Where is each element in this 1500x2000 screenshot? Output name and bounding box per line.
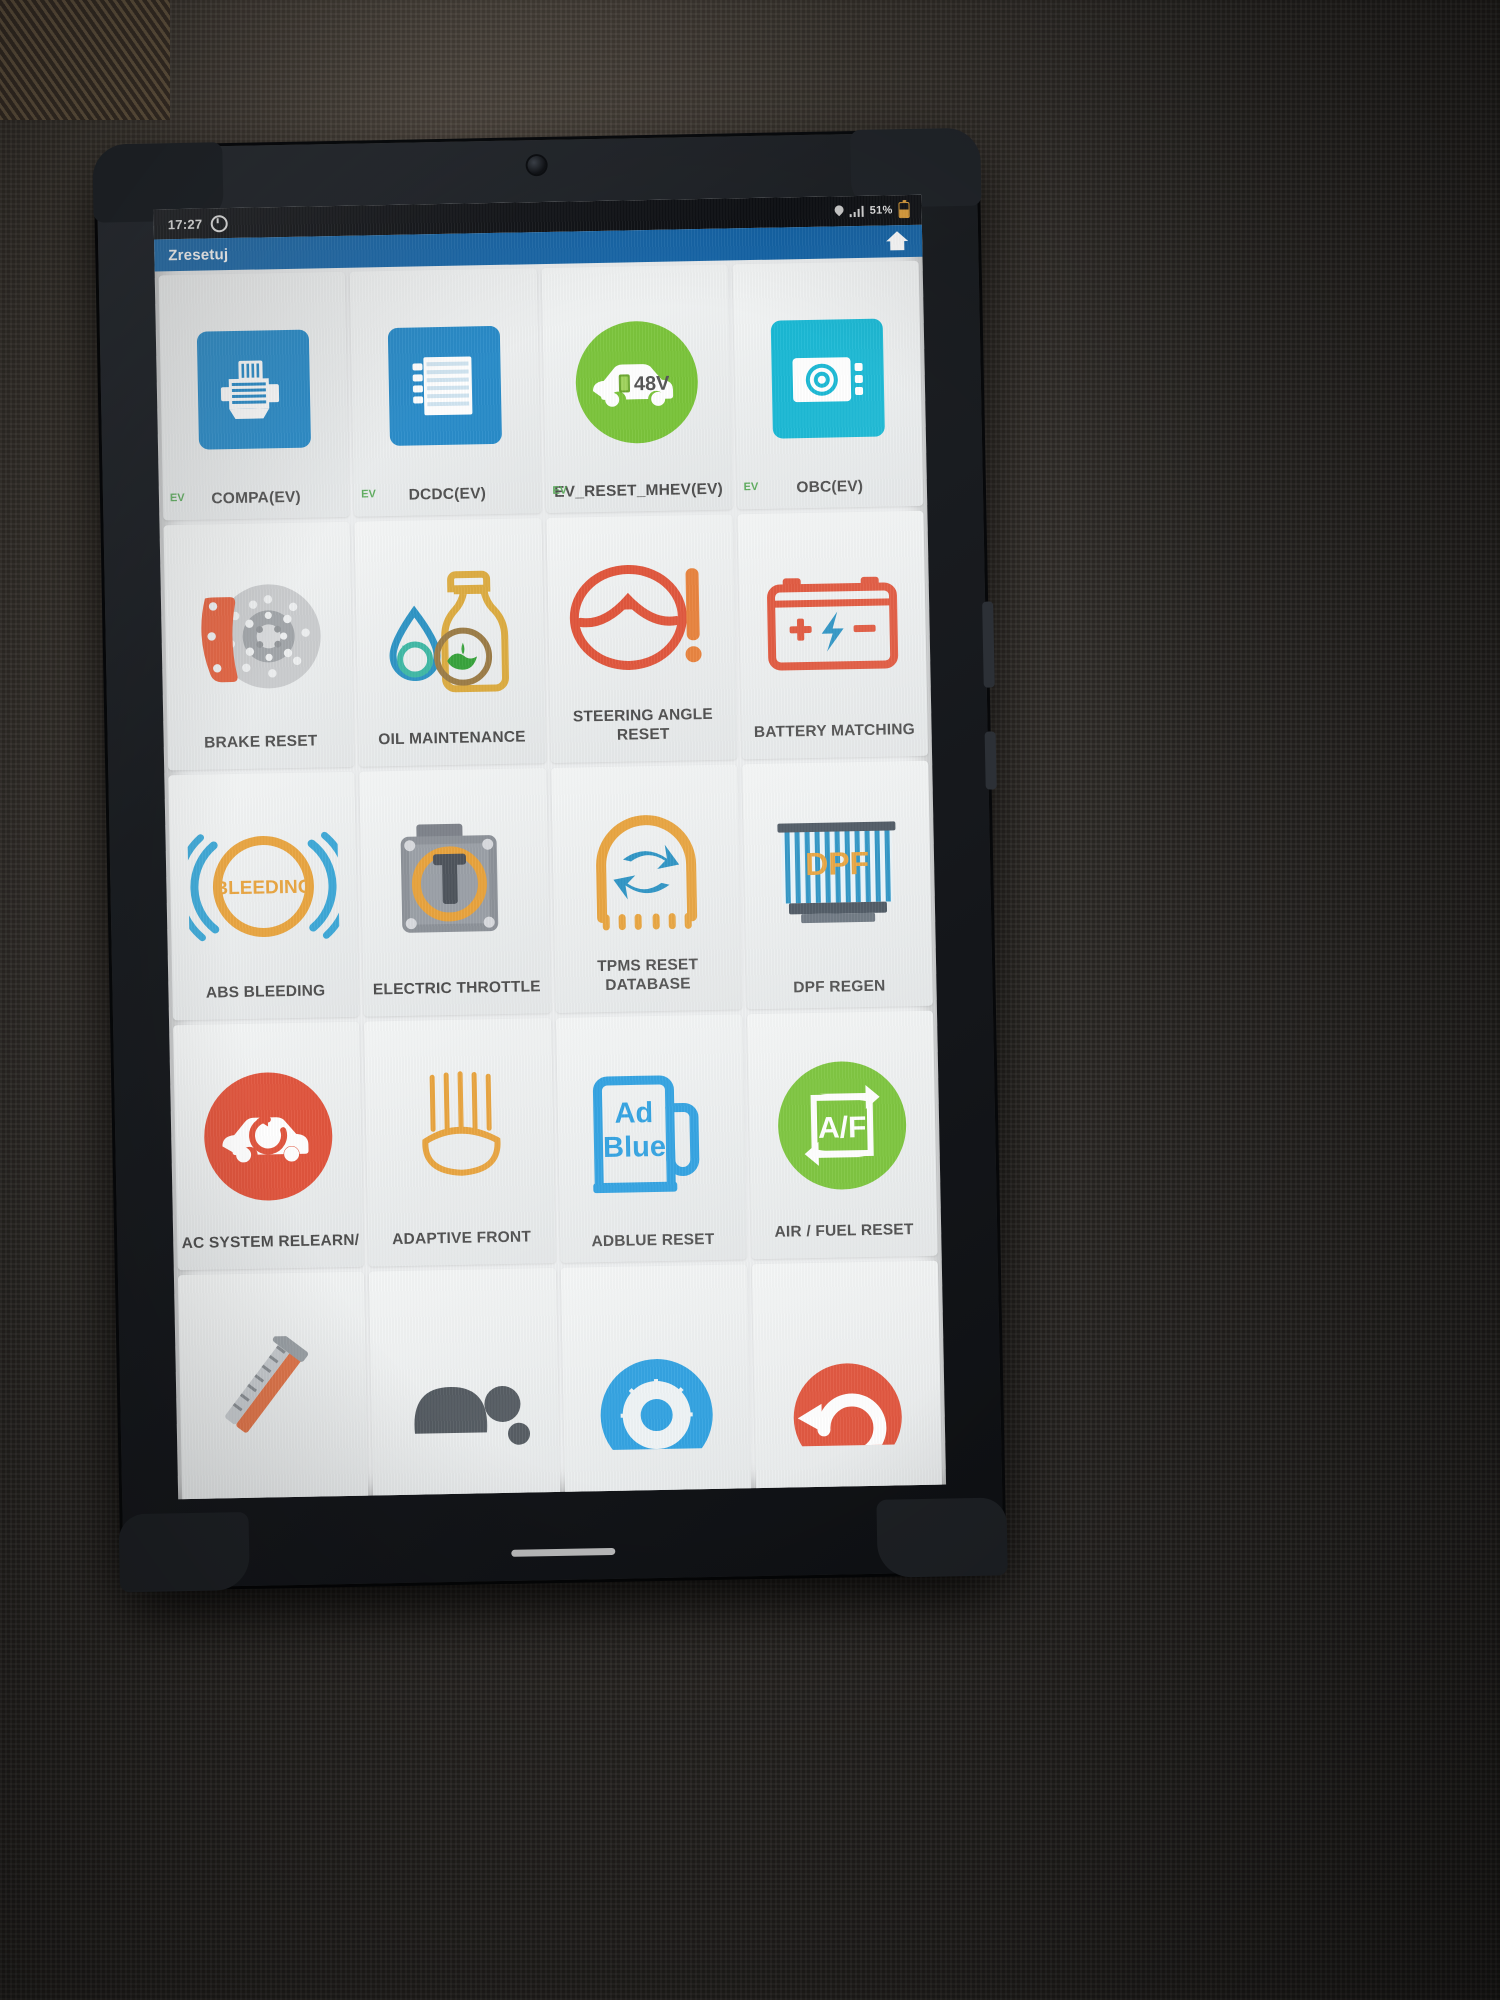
tile-abs-bleeding[interactable]: BLEEDING ABS BLEEDING xyxy=(168,771,360,1021)
ev-badge: EV xyxy=(552,484,568,497)
tile-row5-1[interactable] xyxy=(177,1271,369,1500)
tile-label xyxy=(565,1493,752,1499)
air-fuel-icon-text: A/F xyxy=(818,1111,867,1145)
tpms-tire-icon xyxy=(551,764,741,959)
tile-row5-3[interactable] xyxy=(560,1264,752,1500)
red-reset-arrow-icon xyxy=(752,1261,943,1494)
tile-tpms-reset-database[interactable]: TPMS RESET DATABASE xyxy=(550,764,742,1013)
tile-label: ABS BLEEDING xyxy=(205,982,326,1002)
oil-bottle-icon xyxy=(355,518,545,732)
onboard-charger-icon xyxy=(732,261,922,481)
air-fuel-icon: A/F xyxy=(747,1011,937,1225)
adblue-icon-text-ad: Ad xyxy=(614,1097,653,1130)
tile-label: DCDC(EV) xyxy=(408,485,487,504)
battery-percent-label: 51% xyxy=(869,204,893,217)
tile-brake-reset[interactable]: BRAKE RESET xyxy=(163,521,355,771)
car-battery-icon xyxy=(737,511,927,725)
ev-badge: EV xyxy=(361,488,376,501)
tile-label xyxy=(756,1490,943,1500)
tile-adblue-reset[interactable]: Ad Blue ADBLUE RESET xyxy=(555,1014,747,1263)
tile-label: BRAKE RESET xyxy=(203,732,318,752)
headlight-beam-icon xyxy=(364,1018,554,1232)
tile-ac-system-relearn[interactable]: AC SYSTEM RELEARN/ xyxy=(173,1021,365,1271)
tile-label: STEERING ANGLE RESET xyxy=(572,706,714,744)
case-bumper-bottom-right xyxy=(876,1497,1008,1578)
dpf-filter-icon: DPF xyxy=(742,761,932,981)
status-bar-right: 51% xyxy=(834,201,910,219)
tile-label: AC SYSTEM RELEARN/ xyxy=(181,1231,360,1253)
particles-icon xyxy=(369,1268,560,1499)
alarm-clock-icon xyxy=(210,214,228,232)
throttle-body-icon xyxy=(360,768,550,982)
tile-label: BATTERY MATCHING xyxy=(753,721,916,742)
abs-bleeding-icon: BLEEDING xyxy=(168,772,358,986)
signal-bars-icon xyxy=(849,205,864,217)
ev-badge: EV xyxy=(743,480,759,494)
abs-bleeding-icon-text: BLEEDING xyxy=(214,877,313,900)
brake-disc-icon xyxy=(164,522,354,736)
tile-air-fuel-reset[interactable]: A/F AIR / FUEL RESET xyxy=(746,1010,938,1260)
tile-label: ELECTRIC THROTTLE xyxy=(372,978,541,999)
volume-button[interactable] xyxy=(984,731,997,790)
tile-label: ADBLUE RESET xyxy=(591,1231,715,1251)
tile-label: AIR / FUEL RESET xyxy=(774,1221,914,1241)
tile-battery-matching[interactable]: BATTERY MATCHING xyxy=(737,510,929,760)
tile-obc-ev[interactable]: OBC(EV) EV xyxy=(732,260,924,510)
tile-row5-4[interactable] xyxy=(751,1260,943,1500)
location-pin-icon xyxy=(834,205,843,217)
page-title: Zresetuj xyxy=(168,245,229,264)
function-grid: COMPA(EV) EV DCDC(EV) EV 48V EV_RESET_MH… xyxy=(155,257,946,1500)
tile-label: ADAPTIVE FRONT xyxy=(392,1228,532,1249)
dcdc-converter-icon xyxy=(350,268,540,488)
tablet-screen: 17:27 51% Zresetuj COMPA(EV) EV DCDC(EV)… xyxy=(153,194,947,1500)
tablet-device: 17:27 51% Zresetuj COMPA(EV) EV DCDC(EV)… xyxy=(92,127,1008,1593)
tile-electric-throttle[interactable]: ELECTRIC THROTTLE xyxy=(359,768,551,1017)
tile-steering-angle-reset[interactable]: STEERING ANGLE RESET xyxy=(545,514,737,763)
tile-label: TPMS RESET DATABASE xyxy=(596,956,699,995)
status-bar-left: 17:27 xyxy=(167,214,228,233)
case-bumper-bottom-left xyxy=(118,1511,250,1593)
tile-dpf-regen[interactable]: DPF DPF REGEN xyxy=(741,760,933,1010)
compressor-icon xyxy=(159,272,349,492)
car-48v-icon: 48V xyxy=(541,264,731,484)
tile-label: OBC(EV) xyxy=(796,478,864,497)
dpf-filter-icon-text: DPF xyxy=(805,845,870,882)
blue-fan-icon xyxy=(560,1264,751,1497)
tile-oil-maintenance[interactable]: OIL MAINTENANCE xyxy=(354,518,546,767)
status-bar-clock: 17:27 xyxy=(167,216,203,232)
caliper-gauge-icon xyxy=(178,1272,369,1500)
ev-badge: EV xyxy=(169,491,185,505)
tile-label: DPF REGEN xyxy=(793,977,886,997)
svg-text:48V: 48V xyxy=(633,373,670,396)
home-icon[interactable] xyxy=(886,231,908,251)
navigation-pill[interactable] xyxy=(511,1547,616,1557)
adblue-pump-icon: Ad Blue xyxy=(556,1014,746,1234)
ac-car-reset-icon xyxy=(173,1022,363,1236)
tile-label: COMPA(EV) xyxy=(211,488,301,508)
tile-label: OIL MAINTENANCE xyxy=(378,728,526,749)
tile-label: EV_RESET_MHEV(EV) xyxy=(554,480,724,501)
adblue-icon-text-blue: Blue xyxy=(602,1131,665,1164)
tile-dcdc-ev[interactable]: DCDC(EV) EV xyxy=(349,268,541,517)
steering-wheel-icon xyxy=(546,514,736,709)
power-button[interactable] xyxy=(982,601,995,688)
tile-compa-ev[interactable]: COMPA(EV) EV xyxy=(158,271,350,521)
front-camera xyxy=(527,155,546,175)
battery-icon xyxy=(898,201,910,219)
tile-adaptive-front[interactable]: ADAPTIVE FRONT xyxy=(364,1018,556,1267)
tile-ev-reset-mhev[interactable]: 48V EV_RESET_MHEV(EV) EV xyxy=(541,264,733,514)
tile-label xyxy=(374,1497,561,1499)
tile-row5-2[interactable] xyxy=(369,1267,561,1500)
